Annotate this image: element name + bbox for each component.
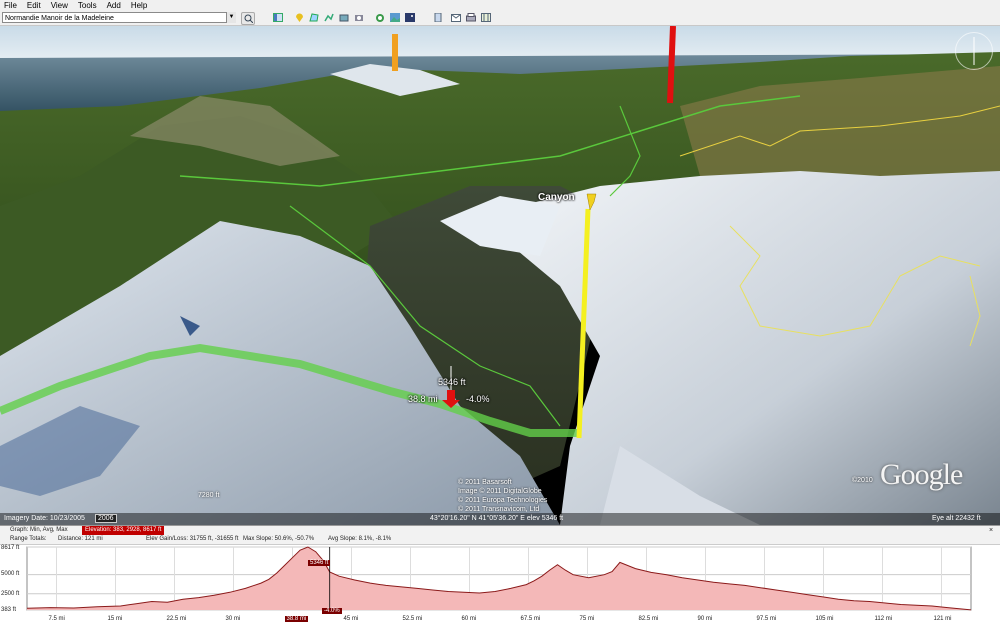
x-tick-label: 112 mi xyxy=(874,616,893,622)
toolbar: Normandie Manoir de la Madeleine ▼ xyxy=(0,11,1000,26)
search-icon[interactable] xyxy=(241,12,255,25)
chevron-down-icon[interactable]: ▼ xyxy=(226,12,236,23)
avg-slope-stat: Avg Slope: 8.1%, -8.1% xyxy=(328,536,392,542)
cursor-x-label: 38.8 mi xyxy=(284,616,309,622)
polygon-icon[interactable] xyxy=(308,12,320,23)
imagery-date: Imagery Date: 10/23/2005 xyxy=(4,515,85,522)
eye-altitude: Eye alt 22432 ft xyxy=(932,515,981,522)
terrain-render xyxy=(0,26,1000,525)
max-slope-stat: Max Slope: 50.6%, -50.7% xyxy=(243,536,315,542)
cursor-grade-label: -4.0% xyxy=(466,394,490,404)
cursor-elevation-label: 5346 ft xyxy=(438,377,466,387)
y-tick-label: 8617 ft xyxy=(1,545,20,551)
historical-year-button[interactable]: 2006 xyxy=(95,514,117,523)
range-totals-label: Range Totals: xyxy=(10,536,47,542)
email-icon[interactable] xyxy=(450,12,462,23)
x-tick-label: 30 mi xyxy=(225,616,241,622)
menu-add[interactable]: Add xyxy=(103,1,127,10)
google-copyright-year: ©2010 xyxy=(852,477,873,484)
scale-legend: 7280 ft xyxy=(198,492,220,499)
sidebar-icon[interactable] xyxy=(272,12,284,23)
map-3d-view[interactable]: Canyon 5346 ft 38.8 mi -4.0% 7280 ft © 2… xyxy=(0,26,1000,525)
cursor-coordinates: 43°20'16.20" N 41°05'36.20" E elev 5346 … xyxy=(430,515,564,522)
x-tick-label: 121 mi xyxy=(933,616,952,622)
placemark-icon[interactable] xyxy=(293,12,305,23)
cursor-elevation-badge: 5346 ft xyxy=(308,560,331,566)
maps-icon[interactable] xyxy=(480,12,492,23)
elevation-profile-chart[interactable] xyxy=(0,544,1000,626)
x-tick-label: 97.5 mi xyxy=(756,616,777,622)
x-tick-label: 82.5 mi xyxy=(638,616,659,622)
distance-stat: Distance: 121 mi xyxy=(58,536,103,542)
x-tick-label: 45 mi xyxy=(343,616,359,622)
print-icon[interactable] xyxy=(465,12,477,23)
elevation-stats[interactable]: Elevation: 383, 2928, 8617 ft xyxy=(82,526,165,535)
ruler-icon[interactable] xyxy=(432,12,444,23)
path-icon[interactable] xyxy=(323,12,335,23)
cursor-distance-label: 38.8 mi xyxy=(408,394,438,404)
x-tick-label: 105 mi xyxy=(815,616,834,622)
cursor-grade-badge: -4.0% xyxy=(322,608,342,614)
compass-navigation-icon[interactable] xyxy=(955,32,993,70)
search-input[interactable]: Normandie Manoir de la Madeleine xyxy=(2,12,235,23)
gain-loss-stat: Elev Gain/Loss: 31755 ft, -31655 ft xyxy=(146,536,239,542)
x-tick-label: 67.5 mi xyxy=(520,616,541,622)
menu-bar: File Edit View Tools Add Help xyxy=(0,0,1000,11)
y-tick-label: 383 ft xyxy=(1,607,17,613)
menu-file[interactable]: File xyxy=(0,1,23,10)
sky-icon[interactable] xyxy=(404,12,416,23)
x-tick-label: 60 mi xyxy=(461,616,477,622)
x-tick-label: 75 mi xyxy=(579,616,595,622)
x-tick-label: 7.5 mi xyxy=(48,616,65,622)
tour-icon[interactable] xyxy=(353,12,365,23)
profile-summary-row: Graph: Min, Avg, Max Elevation: 383, 292… xyxy=(0,526,1000,535)
placemark-label[interactable]: Canyon xyxy=(538,192,575,203)
graph-label: Graph: Min, Avg, Max xyxy=(10,527,68,533)
elevation-profile-panel: Graph: Min, Avg, Max Elevation: 383, 292… xyxy=(0,525,1000,626)
copyright-notice: © 2011 Basarsoft Image © 2011 DigitalGlo… xyxy=(458,479,548,513)
x-tick-label: 90 mi xyxy=(697,616,713,622)
x-tick-label: 52.5 mi xyxy=(402,616,423,622)
x-tick-label: 15 mi xyxy=(107,616,123,622)
menu-view[interactable]: View xyxy=(47,1,74,10)
google-logo: Google xyxy=(880,458,963,491)
status-bar: Imagery Date: 10/23/2005 2006 43°20'16.2… xyxy=(0,513,1000,525)
menu-tools[interactable]: Tools xyxy=(74,1,103,10)
y-tick-label: 2500 ft xyxy=(1,591,20,597)
y-tick-label: 5000 ft xyxy=(1,571,20,577)
historical-imagery-icon[interactable] xyxy=(374,12,386,23)
menu-edit[interactable]: Edit xyxy=(23,1,47,10)
sun-icon[interactable] xyxy=(389,12,401,23)
x-tick-label: 22.5 mi xyxy=(166,616,187,622)
close-icon[interactable]: × xyxy=(989,526,993,535)
menu-help[interactable]: Help xyxy=(127,1,153,10)
overlay-icon[interactable] xyxy=(338,12,350,23)
